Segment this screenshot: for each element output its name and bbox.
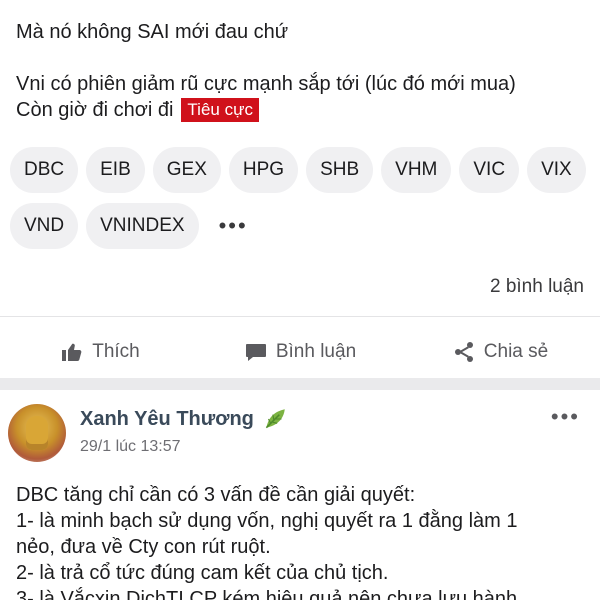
tag-chip[interactable]: VNINDEX bbox=[86, 203, 199, 249]
tag-chip[interactable]: EIB bbox=[86, 147, 145, 193]
comment-line: nẻo, đưa về Cty con rút ruột. bbox=[16, 536, 271, 558]
tag-chip[interactable]: GEX bbox=[152, 147, 221, 193]
comment-timestamp: 29/1 lúc 13:57 bbox=[80, 438, 181, 455]
avatar-figure bbox=[26, 416, 48, 450]
author-name-row: Xanh Yêu Thương bbox=[80, 406, 288, 432]
comment-button[interactable]: Bình luận bbox=[200, 330, 400, 374]
post-text-line-3: Còn giờ đi chơi đi Tiêu cực bbox=[16, 97, 259, 123]
comment-bubble-icon bbox=[245, 344, 266, 361]
comment-count-link[interactable]: 2 bình luận bbox=[490, 276, 584, 298]
tag-chip[interactable]: DBC bbox=[10, 147, 79, 193]
ticker-tags-row-1: DBC EIB GEX HPG SHB VHM VIC VIX bbox=[10, 147, 590, 193]
action-bar: Thích Bình luận Chia sẻ bbox=[0, 330, 600, 374]
comment-line: 1- là minh bạch sử dụng vốn, nghị quyết … bbox=[16, 510, 518, 532]
sentiment-badge: Tiêu cực bbox=[181, 98, 259, 122]
post-text-line-1: Mà nó không SAI mới đau chứ bbox=[16, 21, 289, 43]
tag-chip[interactable]: VIX bbox=[527, 147, 586, 193]
more-tags-button[interactable]: ••• bbox=[207, 203, 260, 249]
share-label: Chia sẻ bbox=[483, 341, 549, 362]
tag-chip[interactable]: HPG bbox=[228, 147, 299, 193]
tag-chip[interactable]: VND bbox=[10, 203, 79, 249]
more-dots-icon[interactable]: ••• bbox=[551, 404, 580, 430]
avatar[interactable] bbox=[8, 404, 66, 462]
tag-chip[interactable]: SHB bbox=[306, 147, 374, 193]
comment-body: DBC tăng chỉ cần có 3 vấn đề cần giải qu… bbox=[16, 482, 586, 600]
ticker-tags-row-2: VND VNINDEX ••• bbox=[10, 203, 590, 249]
ticker-tags: DBC EIB GEX HPG SHB VHM VIC VIX VND VNIN… bbox=[10, 147, 590, 259]
leaf-icon bbox=[265, 409, 285, 429]
post-text-line-2: Vni có phiên giảm rũ cực mạnh sắp tới (l… bbox=[16, 73, 516, 95]
like-button[interactable]: Thích bbox=[0, 330, 200, 374]
divider bbox=[0, 316, 600, 317]
post-card: Mà nó không SAI mới đau chứ Vni có phiên… bbox=[0, 0, 600, 378]
comment-line: 3- là Vắcxin DichTI CP kém hiệu quả nên … bbox=[16, 588, 518, 600]
thumbs-up-icon bbox=[62, 343, 82, 361]
like-label: Thích bbox=[92, 341, 140, 362]
tag-chip[interactable]: VIC bbox=[459, 147, 520, 193]
author-name[interactable]: Xanh Yêu Thương bbox=[80, 408, 254, 431]
post-text-line-3-text: Còn giờ đi chơi đi bbox=[16, 99, 174, 121]
comment-line: DBC tăng chỉ cần có 3 vấn đề cần giải qu… bbox=[16, 484, 416, 506]
comment-card: Xanh Yêu Thương 29/1 lúc 13:57 ••• DBC t… bbox=[0, 390, 600, 600]
comment-line: 2- là trả cổ tức đúng cam kết của chủ tị… bbox=[16, 562, 389, 584]
share-button[interactable]: Chia sẻ bbox=[400, 330, 600, 374]
share-icon bbox=[454, 342, 473, 362]
comment-label: Bình luận bbox=[275, 341, 357, 362]
tag-chip[interactable]: VHM bbox=[381, 147, 452, 193]
post-separator bbox=[0, 378, 600, 390]
